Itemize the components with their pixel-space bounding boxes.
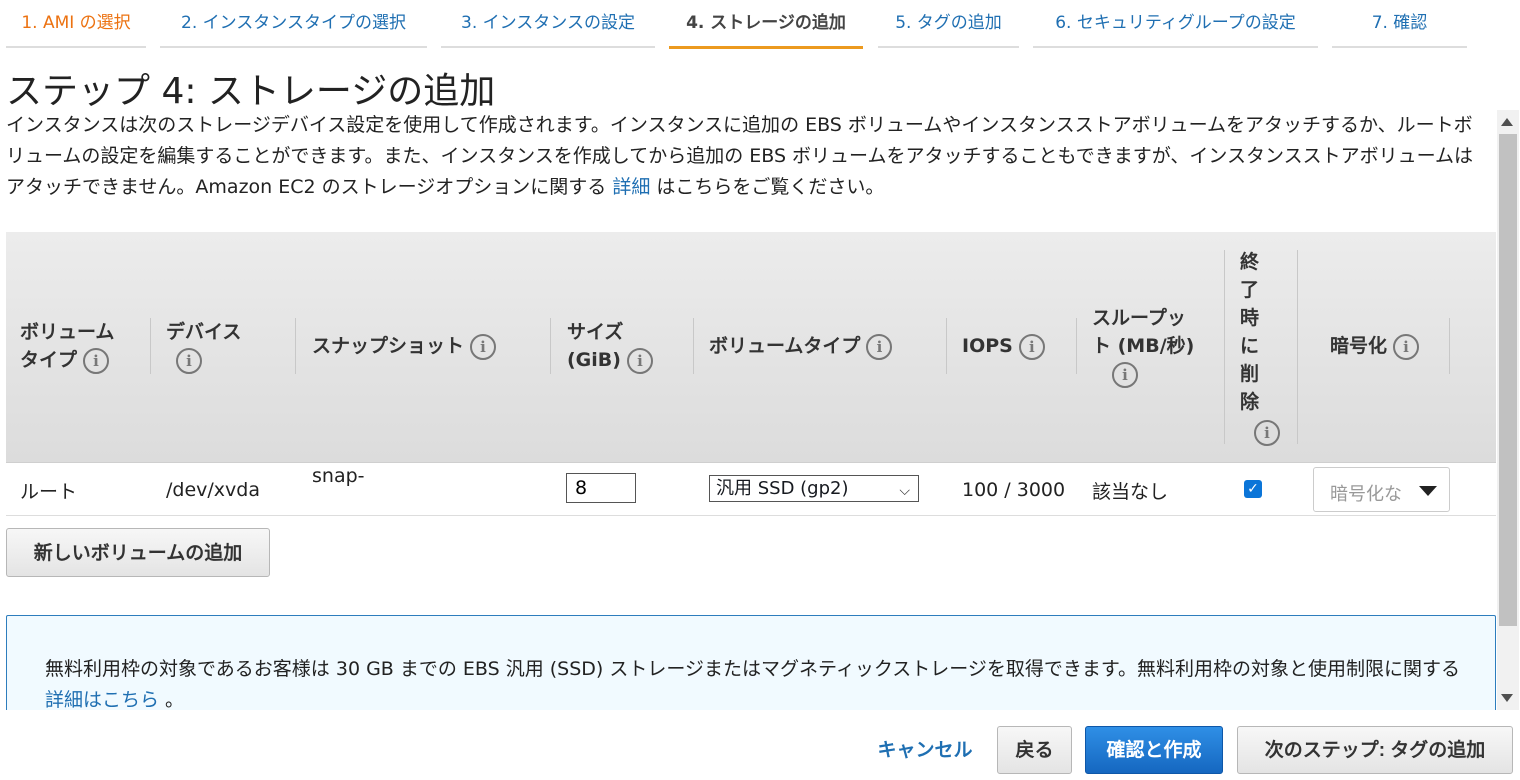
vertical-scrollbar[interactable] xyxy=(1497,110,1519,710)
step-tab-instance-type[interactable]: 2. インスタンスタイプの選択 xyxy=(160,0,427,48)
cancel-button[interactable]: キャンセル xyxy=(860,728,990,772)
header-encryption: 暗号化 i xyxy=(1330,332,1420,360)
header-snapshot-label: スナップショット xyxy=(312,335,465,357)
header-volume-type-line2: タイプ xyxy=(20,349,78,371)
info-icon[interactable]: i xyxy=(470,333,497,360)
caret-down-icon xyxy=(1419,486,1437,496)
cell-snapshot: snap- xyxy=(312,465,365,487)
header-throughput-line2: ト (MB/秒) xyxy=(1092,335,1195,357)
delete-info-wrap: i xyxy=(1254,420,1280,446)
header-ebs-volume-type: ボリュームタイプ i xyxy=(709,332,893,360)
header-delete-char: 時 xyxy=(1240,307,1260,329)
header-delete-char: 除 xyxy=(1240,391,1260,413)
header-delete-char: に xyxy=(1240,335,1260,357)
header-size-line2: (GiB) xyxy=(567,349,621,371)
header-device: デバイス i xyxy=(166,318,241,374)
cell-iops: 100 / 3000 xyxy=(962,479,1066,501)
step-tab-review[interactable]: 7. 確認 xyxy=(1332,0,1467,48)
back-button[interactable]: 戻る xyxy=(997,726,1072,774)
notice-details-link[interactable]: 詳細はこちら xyxy=(45,689,159,711)
scrollbar-thumb[interactable] xyxy=(1499,134,1517,626)
step-tab-add-storage[interactable]: 4. ストレージの追加 xyxy=(669,0,863,49)
step-tab-add-tags[interactable]: 5. タグの追加 xyxy=(878,0,1019,48)
footer-bar: キャンセル 戻る 確認と作成 次のステップ: タグの追加 xyxy=(0,710,1520,780)
add-new-volume-button[interactable]: 新しいボリュームの追加 xyxy=(6,528,270,577)
cell-volume-type: ルート xyxy=(20,481,78,503)
header-delete-on-termination: 終 了 時 に 削 除 xyxy=(1240,248,1270,416)
next-add-tags-button[interactable]: 次のステップ: タグの追加 xyxy=(1237,726,1513,774)
page-title: ステップ 4: ストレージの追加 xyxy=(6,71,496,112)
info-icon[interactable]: i xyxy=(83,347,110,374)
header-delete-char: 終 xyxy=(1240,251,1260,273)
header-snapshot: スナップショット i xyxy=(312,332,497,360)
review-and-launch-button[interactable]: 確認と作成 xyxy=(1085,726,1223,774)
details-link[interactable]: 詳細 xyxy=(612,176,650,198)
column-divider xyxy=(946,318,947,374)
notice-text: 無料利用枠の対象であるお客様は 30 GB までの EBS 汎用 (SSD) ス… xyxy=(45,654,1475,716)
column-divider xyxy=(1449,318,1450,374)
info-icon[interactable]: i xyxy=(1254,420,1280,446)
column-divider xyxy=(150,318,151,374)
page-description: インスタンスは次のストレージデバイス設定を使用して作成されます。インスタンスに追… xyxy=(6,110,1490,203)
column-divider xyxy=(1224,250,1225,444)
column-divider xyxy=(1297,250,1298,444)
storage-table-header: ボリューム タイプ i デバイス i スナップショット i サイズ (GiB) i ボ… xyxy=(6,232,1496,463)
column-divider xyxy=(295,318,296,374)
header-delete-char: 削 xyxy=(1240,363,1260,385)
header-throughput-line1: スループッ xyxy=(1092,307,1186,329)
column-divider xyxy=(693,318,694,374)
header-iops-label: IOPS xyxy=(962,335,1013,357)
info-icon[interactable]: i xyxy=(1018,333,1045,360)
header-size: サイズ (GiB) i xyxy=(567,318,653,374)
header-ebs-type-label: ボリュームタイプ xyxy=(709,335,861,357)
info-icon[interactable]: i xyxy=(1393,333,1420,360)
scroll-down-icon[interactable] xyxy=(1501,694,1513,702)
size-input[interactable] xyxy=(566,473,636,503)
cell-device: /dev/xvda xyxy=(166,479,260,501)
info-icon[interactable]: i xyxy=(1112,361,1138,388)
step-tab-ami[interactable]: 1. AMI の選択 xyxy=(6,0,146,48)
cell-throughput: 該当なし xyxy=(1092,481,1169,503)
table-row: ルート /dev/xvda snap- 汎用 SSD (gp2) ⌵ 100 /… xyxy=(6,463,1496,516)
wizard-steps: 1. AMI の選択 2. インスタンスタイプの選択 3. インスタンスの設定 … xyxy=(0,0,1520,49)
header-encryption-label: 暗号化 xyxy=(1330,335,1388,357)
notice-body: 無料利用枠の対象であるお客様は 30 GB までの EBS 汎用 (SSD) ス… xyxy=(45,658,1460,680)
column-divider xyxy=(550,318,551,374)
checkmark-icon: ✓ xyxy=(1247,481,1259,497)
volume-type-select[interactable]: 汎用 SSD (gp2) ⌵ xyxy=(709,475,919,502)
description-text-end: はこちらをご覧ください。 xyxy=(650,176,885,198)
free-tier-notice: 無料利用枠の対象であるお客様は 30 GB までの EBS 汎用 (SSD) ス… xyxy=(6,615,1496,725)
volume-type-selected: 汎用 SSD (gp2) xyxy=(716,478,849,499)
info-icon[interactable]: i xyxy=(626,347,653,374)
notice-end: 。 xyxy=(159,689,185,711)
column-divider xyxy=(1076,318,1077,374)
header-throughput: スループッ ト (MB/秒) i xyxy=(1092,304,1194,388)
step-tab-configure-instance[interactable]: 3. インスタンスの設定 xyxy=(441,0,655,48)
header-iops: IOPS i xyxy=(962,332,1045,360)
chevron-down-icon: ⌵ xyxy=(899,483,910,499)
header-volume-type: ボリューム タイプ i xyxy=(20,318,114,374)
header-delete-char: 了 xyxy=(1240,279,1260,301)
encryption-select[interactable]: 暗号化な xyxy=(1313,467,1450,512)
header-volume-type-line1: ボリューム xyxy=(20,321,115,343)
delete-on-termination-checkbox[interactable]: ✓ xyxy=(1244,480,1262,498)
encryption-placeholder: 暗号化な xyxy=(1330,484,1402,505)
header-size-line1: サイズ xyxy=(567,321,624,343)
info-icon[interactable]: i xyxy=(176,347,202,374)
header-device-label: デバイス xyxy=(166,321,242,343)
step-tab-security-group[interactable]: 6. セキュリティグループの設定 xyxy=(1033,0,1318,48)
scroll-up-icon[interactable] xyxy=(1501,118,1513,126)
info-icon[interactable]: i xyxy=(866,333,893,360)
